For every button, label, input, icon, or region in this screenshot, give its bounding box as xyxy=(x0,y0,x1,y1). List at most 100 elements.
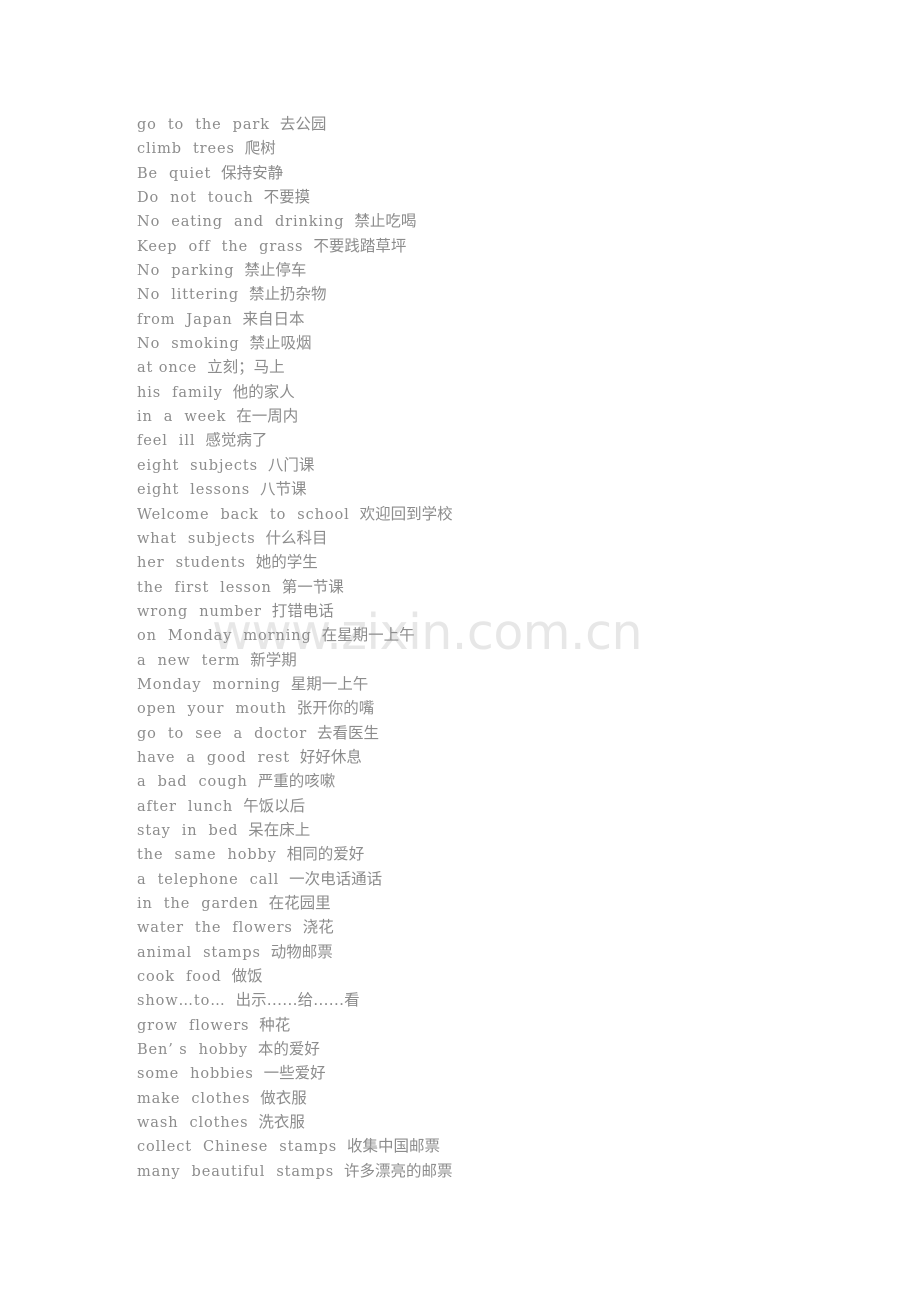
phrase-separator xyxy=(259,896,269,912)
phrase-english: grow flowers xyxy=(137,1017,250,1034)
phrase-separator xyxy=(307,726,317,742)
phrase-chinese: 禁止吃喝 xyxy=(354,212,417,231)
phrase-chinese: 许多漂亮的邮票 xyxy=(344,1161,453,1180)
phrase-english: from Japan xyxy=(137,311,233,328)
phrase-english: some hobbies xyxy=(137,1066,254,1083)
phrase-separator xyxy=(277,847,287,863)
phrase-chinese: 在花园里 xyxy=(268,894,331,912)
phrase-line: wrong number 打错电话 xyxy=(137,599,837,623)
phrase-chinese: 张开你的嘴 xyxy=(296,699,375,718)
phrase-english: animal stamps xyxy=(137,944,261,961)
phrase-chinese: 八节课 xyxy=(260,480,307,499)
phrase-line: a bad cough 严重的咳嗽 xyxy=(137,769,837,793)
phrase-line: the first lesson 第一节课 xyxy=(137,575,837,599)
phrase-line: go to see a doctor 去看医生 xyxy=(137,721,837,745)
phrase-line: a new term 新学期 xyxy=(137,648,837,672)
document-page: www.zixin.com.cn go to the park 去公园 climb… xyxy=(0,0,920,1302)
phrase-english: a new term xyxy=(137,652,241,669)
phrase-chinese: 第一节课 xyxy=(281,577,344,596)
phrase-chinese: 去公园 xyxy=(279,115,327,133)
phrase-line: go to the park 去公园 xyxy=(137,112,837,136)
phrase-line: grow flowers 种花 xyxy=(137,1013,837,1037)
phrase-english: Be quiet xyxy=(137,165,212,182)
phrase-chinese: 动物邮票 xyxy=(270,942,333,961)
phrase-separator xyxy=(211,166,221,182)
phrase-english: in a week xyxy=(137,409,227,426)
phrase-chinese: 严重的咳嗽 xyxy=(257,772,336,791)
phrase-separator xyxy=(239,287,249,303)
phrase-chinese: 做衣服 xyxy=(260,1088,307,1107)
phrase-line: collect Chinese stamps 收集中国邮票 xyxy=(137,1134,837,1158)
phrase-english: go to see a doctor xyxy=(137,725,308,742)
phrase-separator xyxy=(303,239,313,255)
phrase-english: climb trees xyxy=(137,141,235,158)
phrase-english: her students xyxy=(137,555,246,572)
phrase-line: No parking 禁止停车 xyxy=(137,258,837,282)
phrase-english: show…to… xyxy=(137,993,226,1010)
phrase-english: after lunch xyxy=(137,798,234,815)
phrase-chinese: 去看医生 xyxy=(317,723,380,742)
phrase-line: climb trees 爬树 xyxy=(137,136,837,160)
phrase-line: cook food 做饭 xyxy=(137,964,837,988)
phrase-separator xyxy=(256,531,266,547)
phrase-separator xyxy=(195,433,205,449)
phrase-chinese: 什么科目 xyxy=(265,528,328,547)
phrase-chinese: 好好休息 xyxy=(299,747,362,766)
phrase-english: in the garden xyxy=(137,896,259,912)
phrase-separator xyxy=(254,190,264,206)
phrase-english: eight lessons xyxy=(137,482,251,499)
phrase-line: feel ill 感觉病了 xyxy=(137,428,837,452)
phrase-chinese: 星期一上午 xyxy=(290,674,369,693)
phrase-english: Keep off the grass xyxy=(137,238,304,255)
phrase-separator xyxy=(240,653,250,669)
phrase-separator xyxy=(250,482,260,498)
phrase-english: Monday morning xyxy=(137,676,281,693)
phrase-chinese: 欢迎回到学校 xyxy=(359,504,453,523)
phrase-line: from Japan 来自日本 xyxy=(137,307,837,331)
phrase-separator xyxy=(262,604,272,620)
phrase-line: Keep off the grass 不要践踏草坪 xyxy=(137,234,837,258)
phrase-chinese: 在一周内 xyxy=(236,407,299,426)
phrase-line: a telephone call 一次电话通话 xyxy=(137,867,837,891)
phrase-chinese: 出示……给……看 xyxy=(235,991,360,1010)
phrase-chinese: 爬树 xyxy=(244,139,276,158)
phrase-line: animal stamps 动物邮票 xyxy=(137,940,837,964)
phrase-line: have a good rest 好好休息 xyxy=(137,745,837,769)
phrase-separator xyxy=(248,774,258,790)
phrase-chinese: 禁止吸烟 xyxy=(249,334,312,353)
phrase-separator xyxy=(226,993,236,1009)
phrase-chinese: 呆在床上 xyxy=(248,820,311,839)
phrase-chinese: 不要摸 xyxy=(263,188,311,207)
phrase-english: collect Chinese stamps xyxy=(137,1139,338,1156)
phrase-line: stay in bed 呆在床上 xyxy=(137,818,837,842)
phrase-chinese: 相同的爱好 xyxy=(286,845,365,864)
phrase-separator xyxy=(240,336,250,352)
phrase-chinese: 本的爱好 xyxy=(257,1040,320,1059)
phrase-line: No littering 禁止扔杂物 xyxy=(137,282,837,306)
phrase-english: many beautiful stamps xyxy=(137,1163,335,1180)
phrase-separator xyxy=(312,628,322,644)
phrase-english: go to the park xyxy=(137,117,270,133)
phrase-separator xyxy=(337,1139,347,1155)
phrase-line: eight subjects 八门课 xyxy=(137,453,837,477)
phrase-line: many beautiful stamps 许多漂亮的邮票 xyxy=(137,1159,837,1183)
phrase-english: water the flowers xyxy=(137,920,293,937)
phrase-english: cook food xyxy=(137,969,222,986)
phrase-separator xyxy=(258,458,268,474)
phrase-separator xyxy=(248,1042,258,1058)
phrase-english: stay in bed xyxy=(137,822,239,839)
phrase-line: water the flowers 浇花 xyxy=(137,915,837,939)
phrase-line: in a week 在一周内 xyxy=(137,404,837,428)
phrase-english: the first lesson xyxy=(137,579,272,596)
phrase-line: after lunch 午饭以后 xyxy=(137,794,837,818)
phrase-line: at once 立刻；马上 xyxy=(137,355,837,379)
phrase-line: Do not touch 不要摸 xyxy=(137,185,837,209)
phrase-separator xyxy=(350,507,360,523)
phrase-chinese: 在星期一上午 xyxy=(321,626,415,645)
phrase-chinese: 感觉病了 xyxy=(205,431,268,450)
phrase-english: wrong number xyxy=(137,603,262,620)
phrase-english: make clothes xyxy=(137,1090,251,1107)
phrase-line: what subjects 什么科目 xyxy=(137,526,837,550)
phrase-english: a bad cough xyxy=(137,774,248,791)
phrase-separator xyxy=(233,312,243,328)
